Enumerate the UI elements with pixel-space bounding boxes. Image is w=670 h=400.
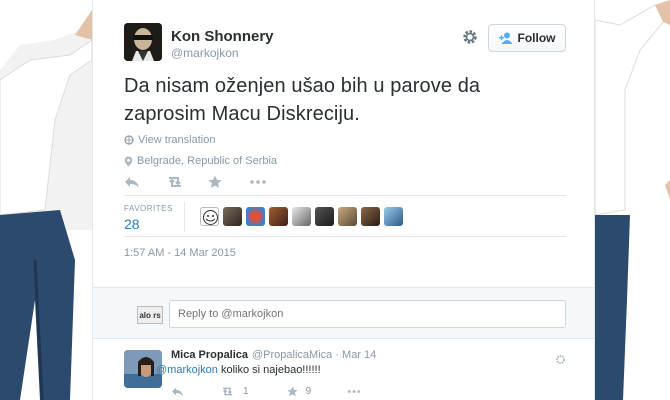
reply-area: alo rs <box>93 287 594 339</box>
view-translation-label: View translation <box>138 134 216 146</box>
background-photo-left <box>0 0 92 400</box>
favoriter-avatar[interactable] <box>384 207 403 226</box>
favoriter-avatars <box>200 207 403 226</box>
reply-text: @markojkon koliko si najebao!!!!!! <box>156 364 386 376</box>
reply-mention[interactable]: @markojkon <box>156 364 218 376</box>
location[interactable]: Belgrade, Republic of Serbia <box>124 155 277 167</box>
reply-favorite-action[interactable]: 9 <box>286 386 312 397</box>
retweet-icon[interactable] <box>166 175 182 189</box>
favoriter-avatar[interactable] <box>200 207 219 226</box>
author-avatar[interactable] <box>124 23 162 61</box>
reply-icon <box>172 387 183 397</box>
more-icon[interactable] <box>250 175 266 189</box>
reply-body: koliko si najebao!!!!!! <box>217 364 321 376</box>
reply-author-handle-date[interactable]: @PropalicaMica · Mar 14 <box>252 349 376 361</box>
more-icon <box>347 390 361 393</box>
favorite-star-icon[interactable] <box>208 175 224 189</box>
location-label: Belgrade, Republic of Serbia <box>137 155 278 167</box>
tweet-timestamp[interactable]: 1:57 AM - 14 Mar 2015 <box>124 247 236 259</box>
favoriter-avatar[interactable] <box>269 207 288 226</box>
tweet-card: Kon Shonnery @markojkon Follow Da nisam … <box>92 0 595 400</box>
reply-icon[interactable] <box>124 175 140 189</box>
favorites-label: FAVORITES <box>124 204 173 213</box>
add-user-icon <box>498 32 513 44</box>
tweet-stats: FAVORITES 28 <box>124 195 566 237</box>
favoriter-avatar[interactable] <box>315 207 334 226</box>
favoriter-avatar[interactable] <box>223 207 242 226</box>
favorite-star-icon <box>286 386 298 397</box>
reply-reply-action[interactable] <box>171 386 184 397</box>
tweet-header: Kon Shonnery @markojkon Follow <box>93 0 594 70</box>
favorites-count[interactable]: 28 <box>124 216 140 232</box>
stats-divider <box>184 202 185 232</box>
reply-actions: 1 9 <box>171 386 361 397</box>
favoriter-avatar[interactable] <box>246 207 265 226</box>
tweet-text: Da nisam oženjen ušao bih u parove da za… <box>124 75 481 125</box>
gear-icon[interactable] <box>461 28 479 46</box>
tweet-actions <box>124 175 266 189</box>
reply-author-name[interactable]: Mica Propalica <box>171 349 248 361</box>
current-user-avatar: alo rs <box>137 306 163 324</box>
reply-more-action[interactable] <box>347 386 361 397</box>
reply-retweet-count: 1 <box>243 386 249 397</box>
follow-button-label: Follow <box>517 31 556 45</box>
reply-favorite-count: 9 <box>305 386 312 397</box>
favoriter-avatar[interactable] <box>338 207 357 226</box>
map-pin-icon <box>124 156 133 166</box>
background-photo-right <box>595 0 670 400</box>
reply-gear-icon[interactable] <box>555 352 566 364</box>
view-translation-link[interactable]: View translation <box>124 134 215 146</box>
author-name[interactable]: Kon Shonnery <box>171 28 274 45</box>
globe-icon <box>124 135 134 145</box>
favoriter-avatar[interactable] <box>292 207 311 226</box>
reply-input[interactable] <box>169 300 566 328</box>
favoriter-avatar[interactable] <box>361 207 380 226</box>
follow-button[interactable]: Follow <box>488 24 566 52</box>
reply-retweet-action[interactable]: 1 <box>220 386 249 397</box>
author-handle[interactable]: @markojkon <box>171 46 239 60</box>
retweet-icon <box>222 387 233 396</box>
reply-tweet: Mica Propalica @PropalicaMica · Mar 14 @… <box>93 340 594 400</box>
